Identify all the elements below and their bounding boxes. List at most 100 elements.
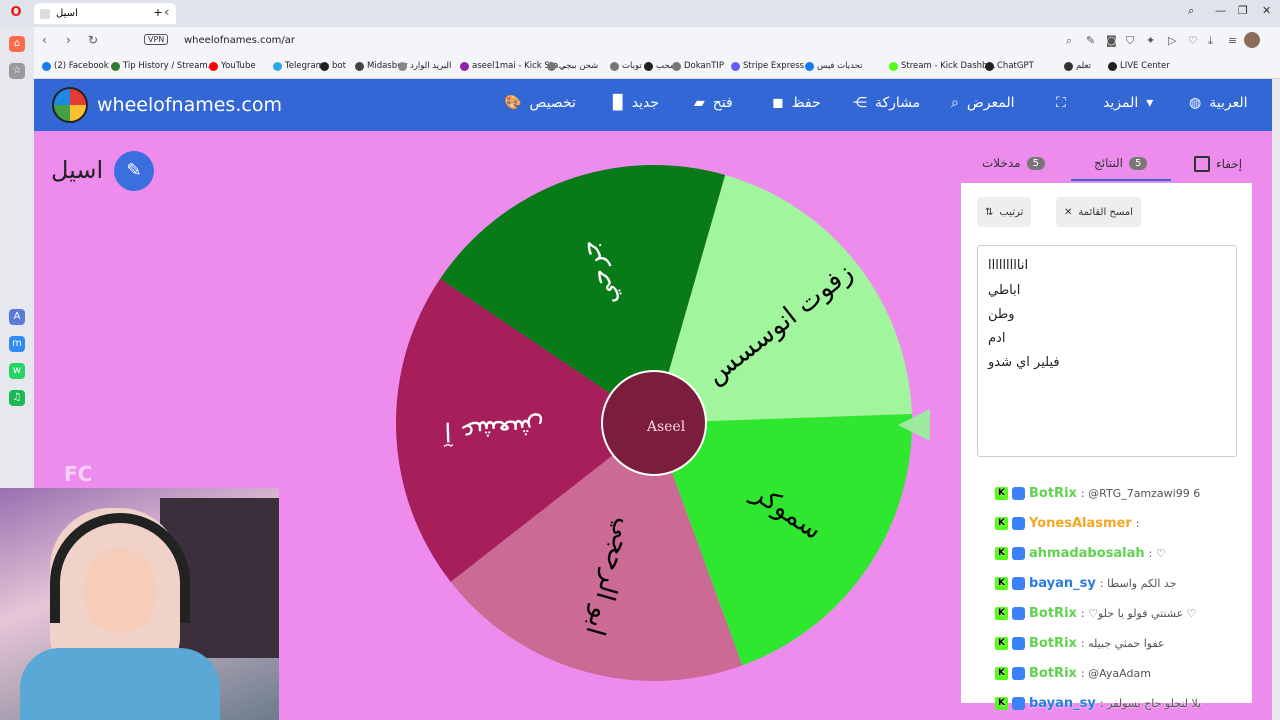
kick-badge-icon: K [995,546,1008,560]
star-icon[interactable]: ☆ [9,63,25,79]
list-item: انااااااااا [988,258,1029,273]
tab-entries[interactable]: مدخلات 5 [982,156,1045,170]
bookmark-item[interactable]: LIVE Center [1108,61,1170,71]
menu-icon[interactable]: ≡ [1228,34,1237,47]
kick-badge-icon: K [995,696,1008,710]
bookmark-item[interactable]: Telegram [273,61,324,71]
bookmark-item[interactable]: تعلم [1064,61,1091,71]
wheel[interactable]: زفوت انوسسس سموكر ابو الرحجي آ عشعش جرحي Asee… [394,163,914,683]
bookmark-favicon-icon [1108,61,1117,71]
bookmark-item[interactable]: توبات [610,61,642,71]
camera-icon[interactable]: ◙ [1106,34,1117,47]
entries-label: مدخلات [982,156,1021,170]
home-icon[interactable]: ⌂ [9,36,25,52]
app-store-icon[interactable]: A [9,309,25,325]
bookmark-item[interactable]: (2) Facebook [42,61,109,71]
subscriber-badge-icon [1012,486,1025,500]
edit-icon[interactable]: ✎ [1086,34,1095,47]
messenger-icon[interactable]: m [9,336,25,352]
gallery-button[interactable]: ⌕ المعرض [951,95,1015,111]
floppy-icon: ◼ [772,95,784,111]
bookmark-item[interactable]: DokanTIP [672,61,724,71]
new-tab-icon[interactable]: + [151,6,165,20]
tab-strip: O اسيل ✕ + ⌕ — ❐ ✕ [0,0,1280,27]
bookmark-item[interactable]: البريد الوارد [398,61,451,71]
bookmark-item[interactable]: Tip History / Stream... [111,61,216,71]
wheel-center-text: Aseel [646,419,686,435]
play-icon[interactable]: ▷ [1168,34,1176,47]
tab-results[interactable]: النتائج 5 [1094,156,1148,170]
forward-icon[interactable]: › [66,33,71,47]
vpn-badge[interactable]: VPN [144,34,169,45]
chat-username: BotRix [1029,635,1077,651]
minimize-icon[interactable]: — [1215,4,1226,17]
close-window-icon[interactable]: ✕ [1262,4,1271,17]
bookmark-item[interactable]: تحديات فيس [805,61,862,71]
open-button[interactable]: ▰ فتح [694,95,733,111]
entries-count-badge: 5 [1026,156,1045,170]
chat-username: BotRix [1029,665,1077,681]
bookmark-item[interactable]: Stream - Kick Dashb... [889,61,996,71]
hide-toggle[interactable]: إخفاء [1194,156,1242,172]
bookmark-item[interactable]: شحن ببجي [547,61,598,71]
chat-text: : ♡عشنتي فولو يا حلو ♡ [1080,606,1197,620]
sort-button[interactable]: ⇅ ترتيب [977,197,1032,227]
wheel-pointer [898,409,930,441]
subscriber-badge-icon [1012,636,1025,650]
reload-icon[interactable]: ↻ [88,33,98,47]
share-label: مشاركة [875,95,921,111]
kick-badge-icon: K [995,636,1008,650]
search-tabs-icon[interactable]: ⌕ [1188,4,1194,18]
results-list[interactable]: انااااااااا اباطي وطن ادم فيلير اي شدو [977,245,1237,457]
clear-list-button[interactable]: ✕ امسح القائمة [1056,197,1141,227]
spotify-icon[interactable]: ♫ [9,390,25,406]
bookmark-label: تعلم [1076,61,1091,71]
download-icon[interactable]: ⤓ [1208,34,1213,48]
fullscreen-button[interactable]: ⛶ [1056,95,1066,111]
bookmark-label: Telegram [285,61,324,71]
bookmark-item[interactable]: YouTube [209,61,256,71]
subscriber-badge-icon [1012,696,1025,710]
webcam-shirt [20,648,220,720]
pencil-icon: ✎ [126,160,142,181]
bookmark-label: Stripe Express [743,61,805,71]
bookmark-favicon-icon [644,61,653,71]
extension-icon[interactable]: ✦ [1146,34,1155,47]
caret-down-icon: ▾ [1146,95,1154,111]
back-icon[interactable]: ‹ [42,33,47,47]
gallery-label: المعرض [966,95,1015,111]
profile-avatar[interactable] [1244,32,1260,48]
bookmark-label: Stream - Kick Dashb... [901,61,996,71]
clear-list-label: امسح القائمة [1078,206,1133,218]
bookmark-favicon-icon [209,61,218,71]
bookmark-item[interactable]: ChatGPT [985,61,1034,71]
list-item: ادم [988,331,1006,346]
chat-text: : جد الكم واسطا [1099,576,1177,590]
more-button[interactable]: المزيد ▾ [1103,95,1153,111]
bookmark-item[interactable]: bot [320,61,346,71]
hide-checkbox[interactable] [1194,156,1210,172]
zoom-icon[interactable]: ⌕ [1066,34,1072,48]
customize-button[interactable]: 🎨 تخصيص [504,95,576,111]
shield-icon[interactable]: ⛉ [1126,34,1134,48]
url-field[interactable]: wheelofnames.com/ar [184,35,295,46]
chat-message: Kbayan_sy: جد الكم واسطا [995,572,1176,594]
bookmark-item[interactable]: Stripe Express [731,61,804,71]
opera-logo-icon[interactable]: O [9,6,23,20]
list-item: اباطي [988,283,1021,298]
new-button[interactable]: ▉ جديد [613,95,659,111]
site-title[interactable]: wheelofnames.com [97,94,282,116]
bookmark-favicon-icon [547,61,556,71]
heart-icon[interactable]: ♡ [1188,34,1198,47]
share-icon: ⋲ [853,95,867,111]
language-button[interactable]: ◍ العربية [1189,95,1247,111]
maximize-icon[interactable]: ❐ [1238,4,1248,17]
share-button[interactable]: ⋲ مشاركة [853,95,920,111]
save-button[interactable]: ◼ حفظ [772,95,821,111]
wheel-svg[interactable]: زفوت انوسسسسموكرابو الرحجيآ عشعشجرحيAsee… [394,163,914,683]
edit-title-button[interactable]: ✎ [114,151,154,191]
site-logo-icon[interactable] [52,87,88,123]
chat-text: : يلا لنحلو حاج نسولفر [1099,696,1202,710]
whatsapp-icon[interactable]: w [9,363,25,379]
chat-username: bayan_sy [1029,575,1096,591]
